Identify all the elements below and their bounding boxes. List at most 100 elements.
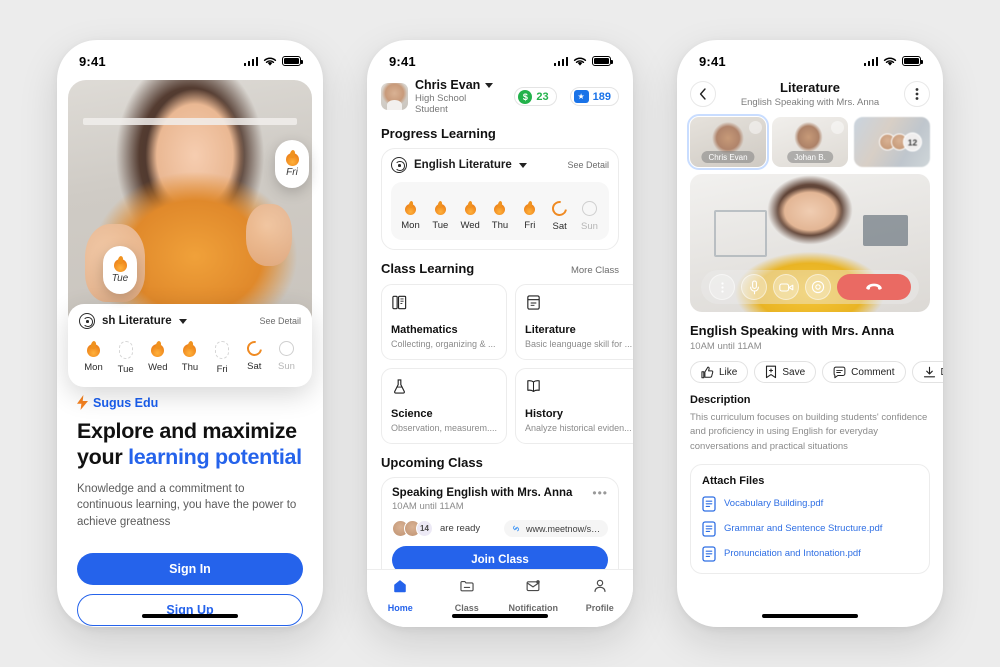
thumbnail-johan-b[interactable]: Johan B. bbox=[772, 117, 848, 167]
thumbnail-overflow[interactable]: 12 bbox=[854, 117, 930, 167]
overlay-course-name: sh Literature bbox=[102, 315, 172, 327]
streak-day[interactable]: Tue bbox=[113, 341, 138, 375]
subject-desc: Analyze historical eviden... bbox=[525, 423, 632, 433]
streak-day[interactable]: Sat bbox=[547, 198, 572, 232]
headline-highlight: learning potential bbox=[128, 444, 302, 469]
subject-card-literature[interactable]: Literature Basic leanguage skill for ... bbox=[515, 284, 633, 360]
chevron-down-icon[interactable] bbox=[485, 82, 494, 88]
bottom-tab-bar: Home Class Notification Profile bbox=[367, 569, 633, 627]
see-detail-link[interactable]: See Detail bbox=[567, 160, 609, 170]
profile-name: Chris Evan bbox=[415, 78, 481, 92]
streak-pill-label: Tue bbox=[111, 273, 129, 284]
more-options-button[interactable] bbox=[709, 274, 735, 300]
overlay-card-header: sh Literature See Detail bbox=[79, 313, 301, 329]
meeting-link[interactable]: www.meetnow/sch... bbox=[504, 520, 608, 537]
more-class-link[interactable]: More Class bbox=[571, 265, 619, 276]
tab-home[interactable]: Home bbox=[367, 578, 434, 613]
chevron-down-icon[interactable] bbox=[178, 318, 187, 324]
coins-badge[interactable]: $ 23 bbox=[514, 87, 557, 106]
action-label: Downl bbox=[941, 367, 943, 378]
video-title: English Speaking with Mrs. Anna bbox=[690, 323, 894, 338]
main-video[interactable] bbox=[690, 174, 930, 312]
streak-day[interactable]: Sat bbox=[242, 338, 267, 375]
spiral-icon bbox=[391, 157, 407, 173]
status-icons bbox=[553, 56, 613, 67]
person-icon bbox=[592, 578, 608, 599]
streak-day[interactable]: Thu bbox=[177, 341, 202, 375]
phone-home: 9:41 Chris Evan High School Student $ 23… bbox=[367, 40, 633, 627]
pdf-file-icon bbox=[702, 546, 716, 562]
streak-day[interactable]: Sun bbox=[577, 201, 602, 232]
status-bar: 9:41 bbox=[367, 40, 633, 76]
subject-card-mathematics[interactable]: Mathematics Collecting, organizing & ... bbox=[381, 284, 508, 360]
mute-button[interactable] bbox=[741, 274, 767, 300]
lightning-bolt-icon bbox=[77, 395, 88, 410]
end-call-button[interactable] bbox=[837, 274, 911, 300]
streak-day[interactable]: Sun bbox=[274, 341, 299, 375]
upcoming-section-header: Upcoming Class bbox=[381, 455, 619, 470]
thumbnail-chris-evan[interactable]: Chris Evan bbox=[687, 114, 769, 170]
streak-day[interactable]: Thu bbox=[487, 201, 512, 232]
tab-profile[interactable]: Profile bbox=[567, 578, 634, 613]
subject-card-science[interactable]: Science Observation, measurem.... bbox=[381, 368, 508, 444]
streak-day[interactable]: Wed bbox=[458, 201, 483, 232]
video-time: 10AM until 11AM bbox=[690, 341, 762, 352]
tab-class[interactable]: Class bbox=[434, 578, 501, 613]
subject-card-history[interactable]: History Analyze historical eviden... bbox=[515, 368, 633, 444]
streak-day[interactable]: Mon bbox=[398, 201, 423, 232]
attendee-avatars: 14 bbox=[392, 520, 433, 537]
streak-day[interactable]: Fri bbox=[210, 341, 235, 375]
link-icon bbox=[513, 525, 520, 532]
see-detail-link[interactable]: See Detail bbox=[259, 316, 301, 326]
file-item[interactable]: Vocabulary Building.pdf bbox=[702, 496, 918, 512]
camera-button[interactable] bbox=[773, 274, 799, 300]
flame-icon bbox=[524, 201, 536, 215]
save-button[interactable]: Save bbox=[754, 361, 817, 383]
folder-icon bbox=[459, 578, 475, 599]
comment-icon bbox=[833, 366, 846, 378]
back-button[interactable] bbox=[690, 81, 716, 107]
sign-up-button[interactable]: Sign Up bbox=[77, 593, 303, 626]
home-indicator bbox=[762, 614, 858, 618]
flame-icon bbox=[87, 341, 100, 357]
more-options-button[interactable] bbox=[904, 81, 930, 107]
file-item[interactable]: Pronunciation and Intonation.pdf bbox=[702, 546, 918, 562]
streak-day-label: Mon bbox=[401, 220, 420, 231]
progress-section-header: Progress Learning bbox=[381, 126, 619, 141]
like-button[interactable]: Like bbox=[690, 361, 749, 383]
avatar[interactable] bbox=[381, 83, 408, 110]
more-dots-icon[interactable]: ••• bbox=[592, 487, 608, 499]
streak-day[interactable]: Mon bbox=[81, 341, 106, 375]
battery-icon bbox=[902, 56, 923, 66]
profile-row[interactable]: Chris Evan High School Student $ 23 ★ 18… bbox=[381, 78, 619, 115]
streak-day-label: Thu bbox=[491, 220, 509, 231]
upcoming-time: 10AM until 11AM bbox=[392, 501, 464, 512]
streak-day-label: Sat bbox=[247, 361, 262, 372]
profile-text: Chris Evan High School Student bbox=[415, 78, 500, 115]
signal-bars-icon bbox=[553, 56, 568, 66]
streak-day-label: Wed bbox=[148, 362, 168, 373]
file-item[interactable]: Grammar and Sentence Structure.pdf bbox=[702, 521, 918, 537]
flame-icon bbox=[285, 150, 299, 166]
chevron-down-icon[interactable] bbox=[518, 162, 527, 168]
page-title: Explore and maximize your learning poten… bbox=[77, 419, 303, 471]
progress-ring-icon bbox=[243, 338, 265, 359]
points-badge[interactable]: ★ 189 bbox=[569, 87, 619, 106]
record-button[interactable] bbox=[805, 274, 831, 300]
wifi-icon bbox=[883, 56, 897, 66]
class-section-header: Class Learning More Class bbox=[381, 261, 619, 276]
hero-image bbox=[68, 80, 312, 332]
tab-label: Profile bbox=[585, 603, 614, 613]
action-label: Save bbox=[782, 366, 806, 378]
streak-day[interactable]: Fri bbox=[517, 201, 542, 232]
participant-thumbnails: Chris Evan Johan B. 12 bbox=[687, 114, 930, 170]
flame-icon bbox=[494, 201, 506, 215]
wifi-icon bbox=[263, 56, 277, 66]
tab-notification[interactable]: Notification bbox=[500, 578, 567, 613]
streak-day[interactable]: Wed bbox=[145, 341, 170, 375]
comment-button[interactable]: Comment bbox=[822, 361, 906, 383]
sign-in-button[interactable]: Sign In bbox=[77, 552, 303, 585]
streak-day[interactable]: Tue bbox=[428, 201, 453, 232]
download-button[interactable]: Downl bbox=[911, 361, 943, 383]
attach-files-card: Attach Files Vocabulary Building.pdf Gram… bbox=[690, 463, 930, 574]
